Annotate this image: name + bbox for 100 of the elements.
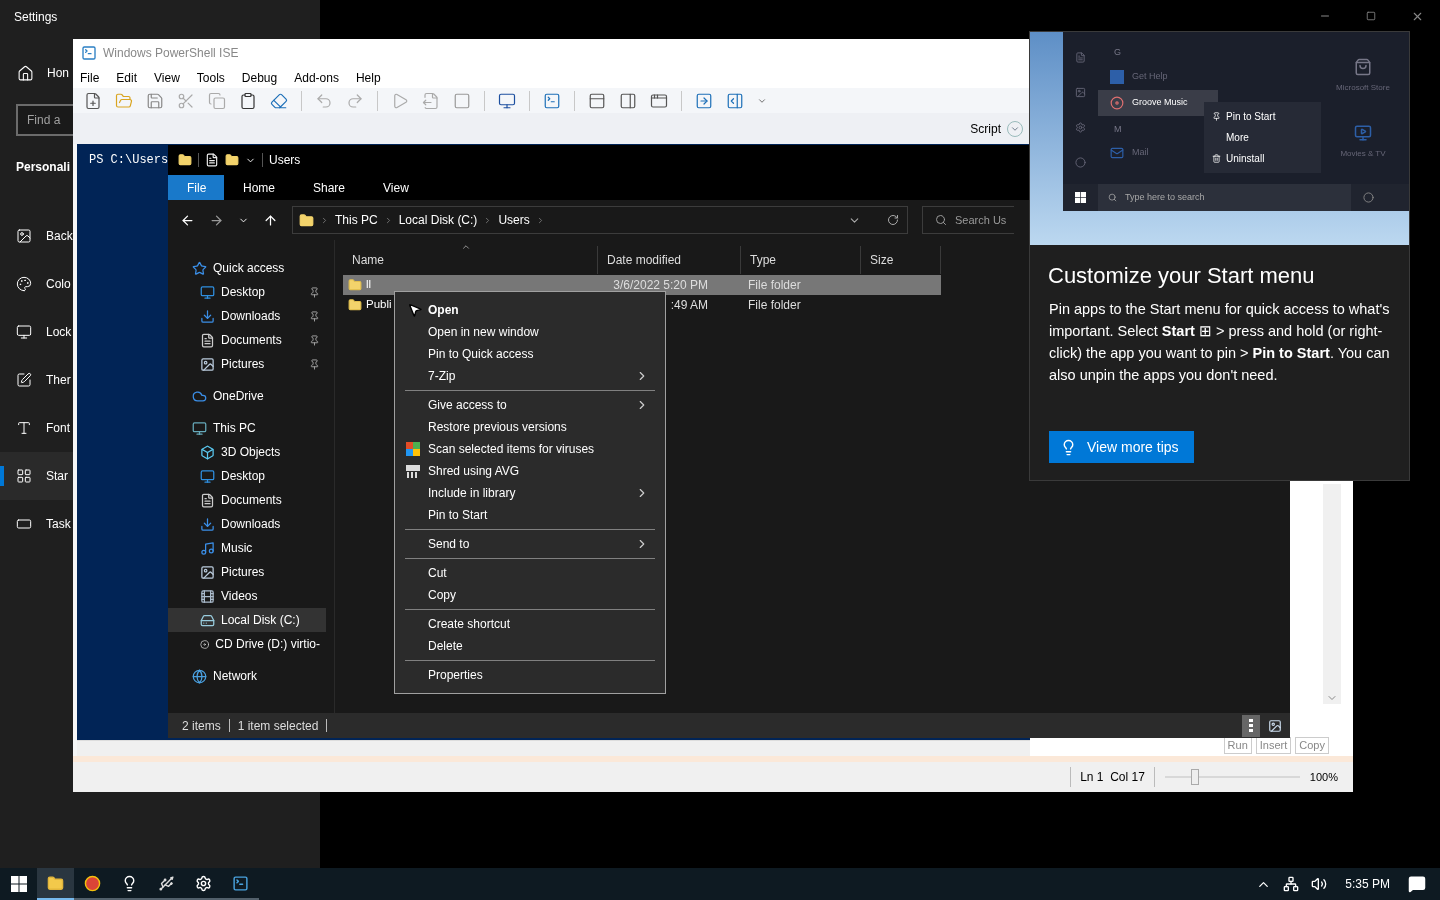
tree-item[interactable]: CD Drive (D:) virtio- bbox=[168, 632, 326, 656]
file-name[interactable]: ll bbox=[366, 276, 372, 294]
ribbon-tab[interactable]: File bbox=[168, 175, 224, 200]
vertical-scrollbar[interactable] bbox=[1323, 484, 1341, 704]
column-header[interactable]: Date modified bbox=[598, 246, 741, 274]
taskbar-app[interactable] bbox=[37, 868, 74, 900]
breadcrumb[interactable]: This PC bbox=[335, 211, 378, 229]
nav-item[interactable]: Colo bbox=[0, 260, 73, 308]
tree-item[interactable]: Downloads bbox=[168, 512, 326, 536]
tree-item[interactable]: Desktop bbox=[168, 464, 326, 488]
layout-icon[interactable] bbox=[588, 91, 606, 110]
horizontal-scrollbar[interactable] bbox=[77, 740, 1030, 756]
tree-item[interactable]: Documents bbox=[168, 488, 326, 512]
menu-item[interactable]: Help bbox=[355, 68, 381, 87]
menu-item[interactable]: Cut bbox=[405, 562, 655, 584]
tree-item[interactable]: Pictures bbox=[168, 560, 326, 584]
tree-item[interactable]: Documents bbox=[168, 328, 326, 352]
nav-item[interactable]: Font bbox=[0, 404, 73, 452]
tree-item[interactable]: Music bbox=[168, 536, 326, 560]
breadcrumb[interactable]: Local Disk (C:) bbox=[398, 211, 478, 229]
address-bar[interactable]: This PC Local Disk (C:) Users bbox=[292, 206, 908, 234]
ribbon-tab[interactable]: Home bbox=[224, 175, 294, 200]
column-header[interactable]: Size bbox=[861, 246, 941, 274]
breadcrumb[interactable]: Users bbox=[498, 211, 530, 229]
ribbon-tab[interactable]: Share bbox=[294, 175, 365, 200]
menu-item[interactable]: Pin to Start bbox=[405, 504, 655, 526]
panel-icon[interactable] bbox=[726, 91, 744, 110]
menu-item[interactable]: Properties bbox=[405, 664, 655, 686]
menu-item[interactable]: Open in new window bbox=[405, 321, 655, 343]
tree-item[interactable]: Downloads bbox=[168, 304, 326, 328]
zoom-slider[interactable] bbox=[1164, 769, 1300, 785]
menu-item[interactable]: Pin to Quick access bbox=[405, 343, 655, 365]
details-view-icon[interactable] bbox=[1242, 714, 1260, 737]
menu-item[interactable]: Copy bbox=[405, 584, 655, 606]
tree-item[interactable]: Desktop bbox=[168, 280, 326, 304]
eraser-icon[interactable] bbox=[270, 91, 288, 110]
new-file-icon[interactable] bbox=[84, 91, 102, 110]
menu-item[interactable]: Delete bbox=[405, 635, 655, 657]
menu-item[interactable]: View bbox=[154, 68, 180, 87]
nav-item[interactable]: Ther bbox=[0, 356, 73, 404]
file-row[interactable]: ll 3/6/2022 5:20 PM File folder bbox=[343, 275, 941, 295]
script-toggle[interactable]: Script bbox=[970, 119, 1001, 138]
network-icon[interactable] bbox=[1283, 876, 1300, 892]
thumbnail-view-icon[interactable] bbox=[1268, 718, 1282, 733]
menu-item[interactable]: Shred using AVG bbox=[405, 460, 655, 482]
back-icon[interactable] bbox=[180, 212, 195, 228]
clock[interactable]: 5:35 PM bbox=[1339, 875, 1396, 893]
tree-item[interactable]: Local Disk (C:) bbox=[168, 608, 326, 632]
column-header[interactable]: Name bbox=[343, 246, 598, 274]
ribbon-tab[interactable]: View bbox=[364, 175, 428, 200]
nav-item[interactable]: Task bbox=[0, 500, 73, 548]
folder-icon[interactable] bbox=[178, 153, 192, 167]
slider-thumb[interactable] bbox=[1190, 769, 1199, 785]
search-field[interactable]: Search Us bbox=[922, 206, 1014, 234]
menu-item[interactable]: Send to bbox=[405, 533, 655, 555]
up-icon[interactable] bbox=[263, 212, 278, 228]
tree-item[interactable]: Videos bbox=[168, 584, 326, 608]
view-tips-button[interactable]: View more tips bbox=[1049, 431, 1194, 463]
layout-icon[interactable] bbox=[619, 91, 637, 110]
forward-icon[interactable] bbox=[209, 212, 224, 228]
clipboard-icon[interactable] bbox=[239, 91, 257, 110]
menu-item[interactable]: Add-ons bbox=[294, 68, 339, 87]
tree-item[interactable]: Pictures bbox=[168, 352, 326, 376]
file-name[interactable]: Publi bbox=[366, 296, 392, 314]
pane-button[interactable]: Copy bbox=[1295, 737, 1329, 754]
menu-item[interactable]: Include in library bbox=[405, 482, 655, 504]
window-icon[interactable] bbox=[650, 91, 668, 110]
app-item[interactable]: Groove Music bbox=[1098, 90, 1218, 116]
menu-item[interactable]: Create shortcut bbox=[405, 613, 655, 635]
nav-item[interactable]: Star bbox=[0, 452, 73, 500]
menu-item[interactable]: Edit bbox=[116, 68, 138, 87]
menu-item[interactable]: 7-Zip bbox=[405, 365, 655, 387]
refresh-icon[interactable] bbox=[887, 214, 899, 226]
menu-item[interactable]: Tools bbox=[196, 68, 225, 87]
volume-icon[interactable] bbox=[1311, 876, 1328, 892]
monitor-icon[interactable] bbox=[498, 91, 516, 110]
menu-item[interactable]: Uninstall bbox=[1204, 148, 1321, 169]
tree-item[interactable]: Quick access bbox=[168, 256, 326, 280]
notification-icon[interactable] bbox=[1408, 875, 1426, 893]
menu-item[interactable]: File bbox=[80, 68, 100, 87]
nav-link[interactable]: Hon bbox=[47, 64, 69, 82]
menu-item[interactable]: Open bbox=[405, 299, 655, 321]
search-field[interactable]: Find a bbox=[16, 104, 73, 136]
maximize-icon[interactable] bbox=[1366, 11, 1376, 21]
tree-item[interactable]: 3D Objects bbox=[168, 440, 326, 464]
menu-item[interactable]: Give access to bbox=[405, 394, 655, 416]
folder-icon[interactable] bbox=[225, 153, 239, 167]
tree-item[interactable]: OneDrive bbox=[168, 384, 326, 408]
tree-item[interactable]: This PC bbox=[168, 416, 326, 440]
nav-item[interactable]: Lock bbox=[0, 308, 73, 356]
column-header[interactable]: Type bbox=[741, 246, 861, 274]
tree-item[interactable]: Network bbox=[168, 664, 326, 688]
terminal-icon[interactable] bbox=[543, 91, 561, 110]
menu-item[interactable]: Scan selected items for viruses bbox=[405, 438, 655, 460]
search-field[interactable]: Type here to search bbox=[1098, 184, 1351, 211]
command-icon[interactable] bbox=[695, 91, 713, 110]
menu-item[interactable]: Debug bbox=[241, 68, 278, 87]
properties-icon[interactable] bbox=[205, 153, 219, 167]
menu-item[interactable]: More bbox=[1204, 127, 1321, 148]
menu-item[interactable]: Restore previous versions bbox=[405, 416, 655, 438]
